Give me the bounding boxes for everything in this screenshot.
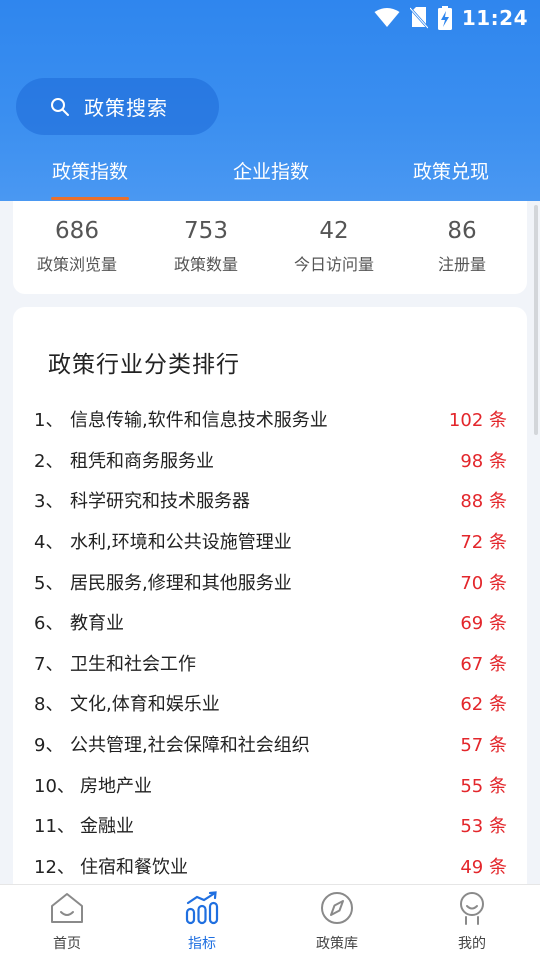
list-item[interactable]: 4、 水利,环境和公共设施管理业 72 条: [13, 521, 527, 562]
rank-number: 2、: [34, 450, 64, 472]
wifi-icon: [374, 8, 400, 28]
rank-number: 7、: [34, 653, 64, 675]
search-icon: [50, 97, 70, 117]
rank-industry-name: 科学研究和技术服务器: [70, 491, 250, 513]
rank-count: 49 条: [460, 856, 507, 878]
tab-policy-index[interactable]: 政策指数: [40, 148, 140, 201]
rank-number: 5、: [34, 572, 64, 594]
nav-home[interactable]: 首页: [27, 891, 107, 953]
nav-policy-library[interactable]: 政策库: [297, 891, 377, 953]
rank-count: 57 条: [460, 735, 507, 757]
rank-count: 62 条: [460, 694, 507, 716]
rank-number: 3、: [34, 491, 64, 513]
rank-industry-name: 租凭和商务服务业: [70, 450, 214, 472]
rank-industry-name: 文化,体育和娱乐业: [70, 694, 220, 716]
rank-industry-name: 居民服务,修理和其他服务业: [70, 572, 292, 594]
rank-number: 4、: [34, 532, 64, 554]
scrollbar[interactable]: [534, 205, 538, 435]
nav-label: 我的: [458, 936, 486, 952]
rank-industry-name: 教育业: [70, 613, 124, 635]
list-item[interactable]: 6、 教育业 69 条: [13, 602, 527, 643]
stats-card: 686 政策浏览量 753 政策数量 42 今日访问量 86 注册量: [13, 201, 527, 294]
ranking-title: 政策行业分类排行: [48, 352, 240, 378]
ranking-list: 1、 信息传输,软件和信息技术服务业 102 条 2、 租凭和商务服务业 98 条 3、…: [13, 399, 527, 886]
battery-charging-icon: [437, 6, 452, 30]
rank-industry-name: 房地产业: [80, 775, 152, 797]
nav-indicators[interactable]: 指标: [162, 891, 242, 953]
list-item[interactable]: 10、 房地产业 55 条: [13, 764, 527, 805]
bottom-nav: 首页 指标 政策库 我的: [0, 884, 540, 960]
status-time: 11:24: [461, 6, 528, 30]
rank-count: 72 条: [460, 532, 507, 554]
stat-value: 753: [184, 218, 228, 244]
stat-label: 注册量: [437, 255, 486, 274]
list-item[interactable]: 2、 租凭和商务服务业 98 条: [13, 440, 527, 481]
list-item[interactable]: 8、 文化,体育和娱乐业 62 条: [13, 683, 527, 724]
list-item[interactable]: 1、 信息传输,软件和信息技术服务业 102 条: [13, 399, 527, 440]
tab-bar: 政策指数 企业指数 政策兑现: [0, 148, 540, 201]
list-item[interactable]: 3、 科学研究和技术服务器 88 条: [13, 480, 527, 521]
rank-number: 10、: [34, 775, 75, 797]
list-item[interactable]: 11、 金融业 53 条: [13, 805, 527, 846]
stat-value: 686: [55, 218, 99, 244]
list-item[interactable]: 9、 公共管理,社会保障和社会组织 57 条: [13, 724, 527, 765]
stat-today-visits: 42 今日访问量: [270, 215, 398, 275]
rank-number: 6、: [34, 613, 64, 635]
stat-policy-count: 753 政策数量: [142, 215, 270, 275]
nav-label: 指标: [188, 936, 216, 952]
stat-value: 86: [447, 218, 477, 244]
status-bar: 11:24: [0, 0, 540, 36]
rank-count: 70 条: [460, 572, 507, 594]
chart-icon: [184, 891, 220, 929]
stat-value: 42: [319, 218, 349, 244]
header: 11:24 政策搜索 政策指数 企业指数 政策兑现: [0, 0, 540, 201]
rank-number: 8、: [34, 694, 64, 716]
rank-number: 11、: [34, 816, 75, 838]
nav-label: 政策库: [316, 936, 358, 952]
industry-ranking-card: 政策行业分类排行 1、 信息传输,软件和信息技术服务业 102 条 2、 租凭和商务服…: [13, 307, 527, 897]
stat-label: 政策浏览量: [36, 255, 117, 274]
stat-label: 今日访问量: [293, 255, 374, 274]
tab-policy-fulfillment[interactable]: 政策兑现: [401, 148, 501, 201]
rank-count: 69 条: [460, 613, 507, 635]
list-item[interactable]: 7、 卫生和社会工作 67 条: [13, 643, 527, 684]
rank-number: 9、: [34, 735, 64, 757]
rank-industry-name: 公共管理,社会保障和社会组织: [70, 735, 310, 757]
rank-count: 98 条: [460, 450, 507, 472]
compass-icon: [319, 891, 355, 929]
rank-number: 12、: [34, 856, 75, 878]
nav-mine[interactable]: 我的: [432, 891, 512, 953]
policy-search-button[interactable]: 政策搜索: [16, 78, 219, 135]
rank-industry-name: 住宿和餐饮业: [80, 856, 188, 878]
rank-count: 67 条: [460, 653, 507, 675]
nav-label: 首页: [53, 936, 81, 952]
rank-count: 102 条: [448, 410, 507, 432]
rank-industry-name: 金融业: [80, 816, 134, 838]
rank-industry-name: 信息传输,软件和信息技术服务业: [70, 410, 328, 432]
stat-policy-views: 686 政策浏览量: [13, 215, 141, 275]
rank-count: 55 条: [460, 775, 507, 797]
tab-enterprise-index[interactable]: 企业指数: [221, 148, 321, 201]
list-item[interactable]: 12、 住宿和餐饮业 49 条: [13, 846, 527, 887]
rank-industry-name: 卫生和社会工作: [70, 653, 196, 675]
rank-number: 1、: [34, 410, 64, 432]
stat-registrations: 86 注册量: [398, 215, 526, 275]
stat-label: 政策数量: [173, 255, 238, 274]
home-icon: [49, 891, 85, 929]
no-sim-icon: [409, 7, 428, 29]
list-item[interactable]: 5、 居民服务,修理和其他服务业 70 条: [13, 561, 527, 602]
rank-count: 53 条: [460, 816, 507, 838]
search-label: 政策搜索: [84, 96, 168, 120]
rank-industry-name: 水利,环境和公共设施管理业: [70, 532, 292, 554]
person-icon: [454, 891, 490, 929]
rank-count: 88 条: [460, 491, 507, 513]
